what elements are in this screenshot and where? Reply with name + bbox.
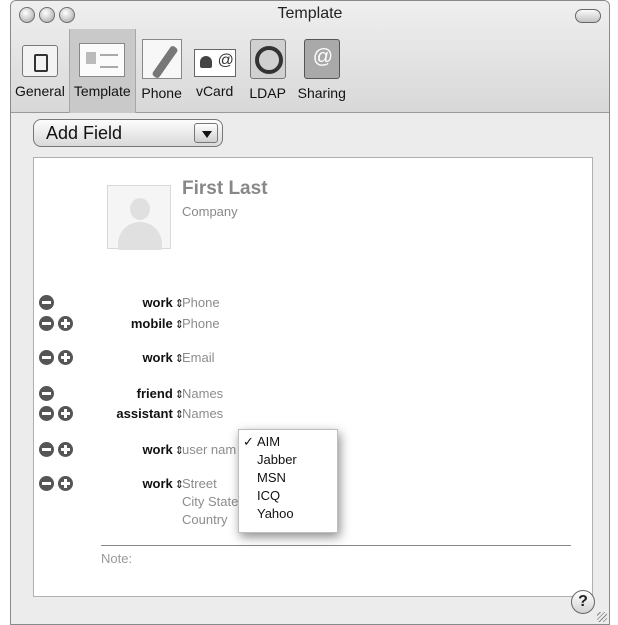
address-city-state[interactable]: City State bbox=[182, 494, 238, 509]
title-bar: Template General Template Phone vCard LD… bbox=[11, 1, 609, 113]
tab-ldap-label: LDAP bbox=[249, 85, 286, 101]
window-title: Template bbox=[277, 5, 343, 22]
remove-field-button[interactable] bbox=[39, 442, 54, 457]
address-street[interactable]: Street bbox=[182, 476, 217, 491]
vcard-icon bbox=[193, 49, 236, 77]
field-value[interactable]: Phone bbox=[182, 316, 220, 331]
tab-template-label: Template bbox=[73, 83, 131, 99]
sharing-icon bbox=[303, 39, 340, 79]
tab-general[interactable]: General bbox=[11, 29, 69, 113]
preferences-toolbar: General Template Phone vCard LDAP Sharin… bbox=[11, 29, 350, 113]
add-field-button[interactable] bbox=[58, 316, 73, 331]
menu-item-jabber[interactable]: Jabber bbox=[239, 452, 337, 470]
remove-field-button[interactable] bbox=[39, 386, 54, 401]
checkmark-icon: ✓ bbox=[243, 434, 254, 449]
company-field[interactable]: Company bbox=[182, 204, 238, 219]
tab-general-label: General bbox=[15, 83, 65, 99]
template-icon bbox=[79, 43, 126, 77]
phone-icon bbox=[141, 39, 182, 79]
im-field-value[interactable]: user nam bbox=[182, 442, 236, 457]
field-value[interactable]: Names bbox=[182, 386, 223, 401]
menu-item-yahoo[interactable]: Yahoo bbox=[239, 506, 337, 524]
add-field-button[interactable] bbox=[58, 476, 73, 491]
name-field[interactable]: First Last bbox=[182, 178, 268, 200]
field-value[interactable]: Email bbox=[182, 350, 215, 365]
tab-vcard[interactable]: vCard bbox=[188, 29, 242, 113]
add-field-popup[interactable]: Add Field bbox=[33, 119, 223, 147]
general-icon bbox=[21, 45, 58, 77]
toolbar-toggle-button[interactable] bbox=[575, 9, 601, 23]
photo-placeholder[interactable] bbox=[107, 185, 171, 250]
remove-field-button[interactable] bbox=[39, 476, 54, 491]
im-service-menu: ✓ AIM Jabber MSN ICQ Yahoo bbox=[238, 429, 338, 533]
add-field-button[interactable] bbox=[58, 350, 73, 365]
tab-phone-label: Phone bbox=[141, 85, 182, 101]
tab-sharing-label: Sharing bbox=[297, 85, 346, 101]
tab-ldap[interactable]: LDAP bbox=[242, 29, 294, 113]
menu-item-aim[interactable]: ✓ AIM bbox=[239, 434, 337, 452]
add-field-button[interactable] bbox=[58, 442, 73, 457]
resize-grip-icon[interactable] bbox=[597, 612, 607, 622]
field-value[interactable]: Phone bbox=[182, 295, 220, 310]
remove-field-button[interactable] bbox=[39, 295, 54, 310]
tab-phone[interactable]: Phone bbox=[136, 29, 188, 113]
add-field-button[interactable] bbox=[58, 406, 73, 421]
field-label-popup[interactable]: friend ⇕ bbox=[74, 386, 184, 401]
note-field[interactable]: Note: bbox=[101, 551, 132, 566]
help-button[interactable]: ? bbox=[571, 590, 595, 614]
person-silhouette-icon bbox=[130, 198, 150, 220]
ldap-icon bbox=[249, 39, 286, 79]
menu-item-msn[interactable]: MSN bbox=[239, 470, 337, 488]
address-country[interactable]: Country bbox=[182, 512, 228, 527]
field-label-popup[interactable]: work ⇕ bbox=[74, 442, 184, 457]
note-divider bbox=[101, 545, 571, 546]
remove-field-button[interactable] bbox=[39, 350, 54, 365]
field-label-popup[interactable]: mobile ⇕ bbox=[74, 316, 184, 331]
tab-sharing[interactable]: Sharing bbox=[294, 29, 350, 113]
menu-item-icq[interactable]: ICQ bbox=[239, 488, 337, 506]
template-pane: Add Field First Last Company work ⇕ Phone… bbox=[11, 113, 609, 624]
add-field-label: Add Field bbox=[46, 123, 123, 143]
field-label-popup[interactable]: work ⇕ bbox=[74, 476, 184, 491]
field-label-popup[interactable]: assistant ⇕ bbox=[74, 406, 184, 421]
remove-field-button[interactable] bbox=[39, 316, 54, 331]
field-label-popup[interactable]: work ⇕ bbox=[74, 350, 184, 365]
field-label-popup[interactable]: work ⇕ bbox=[74, 295, 184, 310]
field-value[interactable]: Names bbox=[182, 406, 223, 421]
tab-template[interactable]: Template bbox=[68, 29, 136, 113]
remove-field-button[interactable] bbox=[39, 406, 54, 421]
tab-vcard-label: vCard bbox=[195, 83, 234, 99]
chevron-down-icon bbox=[194, 123, 218, 143]
